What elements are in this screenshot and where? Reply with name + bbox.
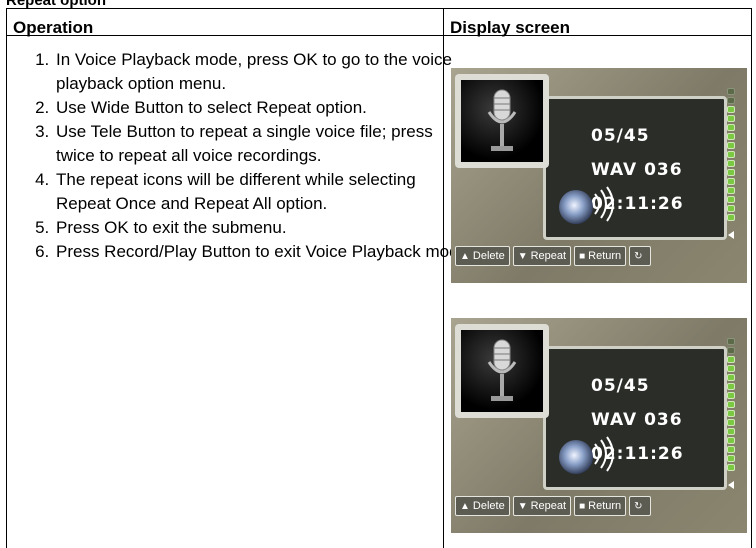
meter-segment	[727, 124, 735, 131]
meter-segment	[727, 88, 735, 95]
control-bar: ▲ Delete ▼ Repeat ■ Return ↻	[455, 496, 745, 516]
return-button[interactable]: ■ Return	[574, 246, 627, 266]
table-header-border	[6, 35, 752, 36]
repeat-button[interactable]: ▼ Repeat	[512, 246, 572, 266]
meter-segment	[727, 383, 735, 390]
meter-segment	[727, 97, 735, 104]
step-item: Use Tele Button to repeat a single voice…	[54, 120, 474, 168]
meter-segment	[727, 419, 735, 426]
microphone-image	[461, 330, 543, 412]
repeat-mode-button[interactable]: ↻	[629, 496, 651, 516]
meter-segment	[727, 338, 735, 345]
meter-segment	[727, 401, 735, 408]
return-label: Return	[588, 250, 622, 262]
microphone-thumbnail	[455, 74, 549, 168]
down-arrow-icon: ▼	[517, 500, 528, 512]
steps-list: In Voice Playback mode, press OK to go t…	[26, 48, 474, 264]
meter-segment	[727, 196, 735, 203]
meter-segment	[727, 133, 735, 140]
microphone-thumbnail	[455, 324, 549, 418]
voice-playback-screen: 05/45 WAV 036 02:11:26 ▲ Delete ▼ Repeat ■…	[451, 68, 747, 283]
return-button[interactable]: ■ Return	[574, 496, 627, 516]
column-header-display: Display screen	[450, 18, 571, 37]
repeat-label: Repeat	[530, 500, 567, 512]
sound-waves-icon	[594, 436, 614, 472]
meter-segment	[727, 106, 735, 113]
repeat-mode-button[interactable]: ↻	[629, 246, 651, 266]
step-item: Press OK to exit the submenu.	[54, 216, 474, 240]
meter-segment	[727, 115, 735, 122]
meter-segment	[727, 365, 735, 372]
repeat-icon: ↻	[634, 500, 643, 512]
file-index: 05/45	[591, 126, 650, 146]
table-left-border	[6, 8, 7, 548]
return-label: Return	[588, 500, 622, 512]
meter-segment	[727, 160, 735, 167]
repeat-icon: ↻	[634, 250, 643, 262]
meter-segment	[727, 464, 735, 471]
column-header-operation: Operation	[13, 18, 94, 37]
step-item: Use Wide Button to select Repeat option.	[54, 96, 474, 120]
meter-segment	[727, 455, 735, 462]
microphone-image	[461, 80, 543, 162]
file-index: 05/45	[591, 376, 650, 396]
down-arrow-icon: ▼	[517, 250, 528, 262]
volume-play-icon	[728, 231, 734, 239]
volume-meter	[727, 88, 737, 228]
meter-segment	[727, 437, 735, 444]
meter-segment	[727, 347, 735, 354]
repeat-label: Repeat	[530, 250, 567, 262]
meter-segment	[727, 214, 735, 221]
meter-segment	[727, 374, 735, 381]
meter-segment	[727, 356, 735, 363]
meter-segment	[727, 151, 735, 158]
meter-segment	[727, 392, 735, 399]
repeat-button[interactable]: ▼ Repeat	[512, 496, 572, 516]
delete-button[interactable]: ▲ Delete	[455, 246, 510, 266]
meter-segment	[727, 428, 735, 435]
meter-segment	[727, 178, 735, 185]
microphone-icon	[487, 89, 517, 151]
up-arrow-icon: ▲	[460, 250, 470, 262]
file-name: WAV 036	[591, 410, 683, 430]
step-item: Press Record/Play Button to exit Voice P…	[54, 240, 474, 264]
sound-waves-icon	[594, 186, 614, 222]
meter-segment	[727, 446, 735, 453]
table-top-border	[6, 8, 752, 9]
meter-segment	[727, 205, 735, 212]
meter-segment	[727, 142, 735, 149]
microphone-icon	[487, 339, 517, 401]
control-bar: ▲ Delete ▼ Repeat ■ Return ↻	[455, 246, 745, 266]
volume-play-icon	[728, 481, 734, 489]
square-icon: ■	[579, 250, 586, 262]
delete-button[interactable]: ▲ Delete	[455, 496, 510, 516]
volume-meter	[727, 338, 737, 478]
step-item: The repeat icons will be different while…	[54, 168, 474, 216]
speaker-icon	[559, 190, 593, 224]
step-item: In Voice Playback mode, press OK to go t…	[54, 48, 474, 96]
voice-playback-screen: 05/45 WAV 036 02:11:26 ▲ Delete ▼ Repeat ■…	[451, 318, 747, 533]
square-icon: ■	[579, 500, 586, 512]
file-name: WAV 036	[591, 160, 683, 180]
delete-label: Delete	[472, 500, 505, 512]
speaker-icon	[559, 440, 593, 474]
table-right-border	[751, 8, 752, 548]
meter-segment	[727, 410, 735, 417]
delete-label: Delete	[472, 250, 505, 262]
meter-segment	[727, 187, 735, 194]
up-arrow-icon: ▲	[460, 500, 470, 512]
meter-segment	[727, 169, 735, 176]
